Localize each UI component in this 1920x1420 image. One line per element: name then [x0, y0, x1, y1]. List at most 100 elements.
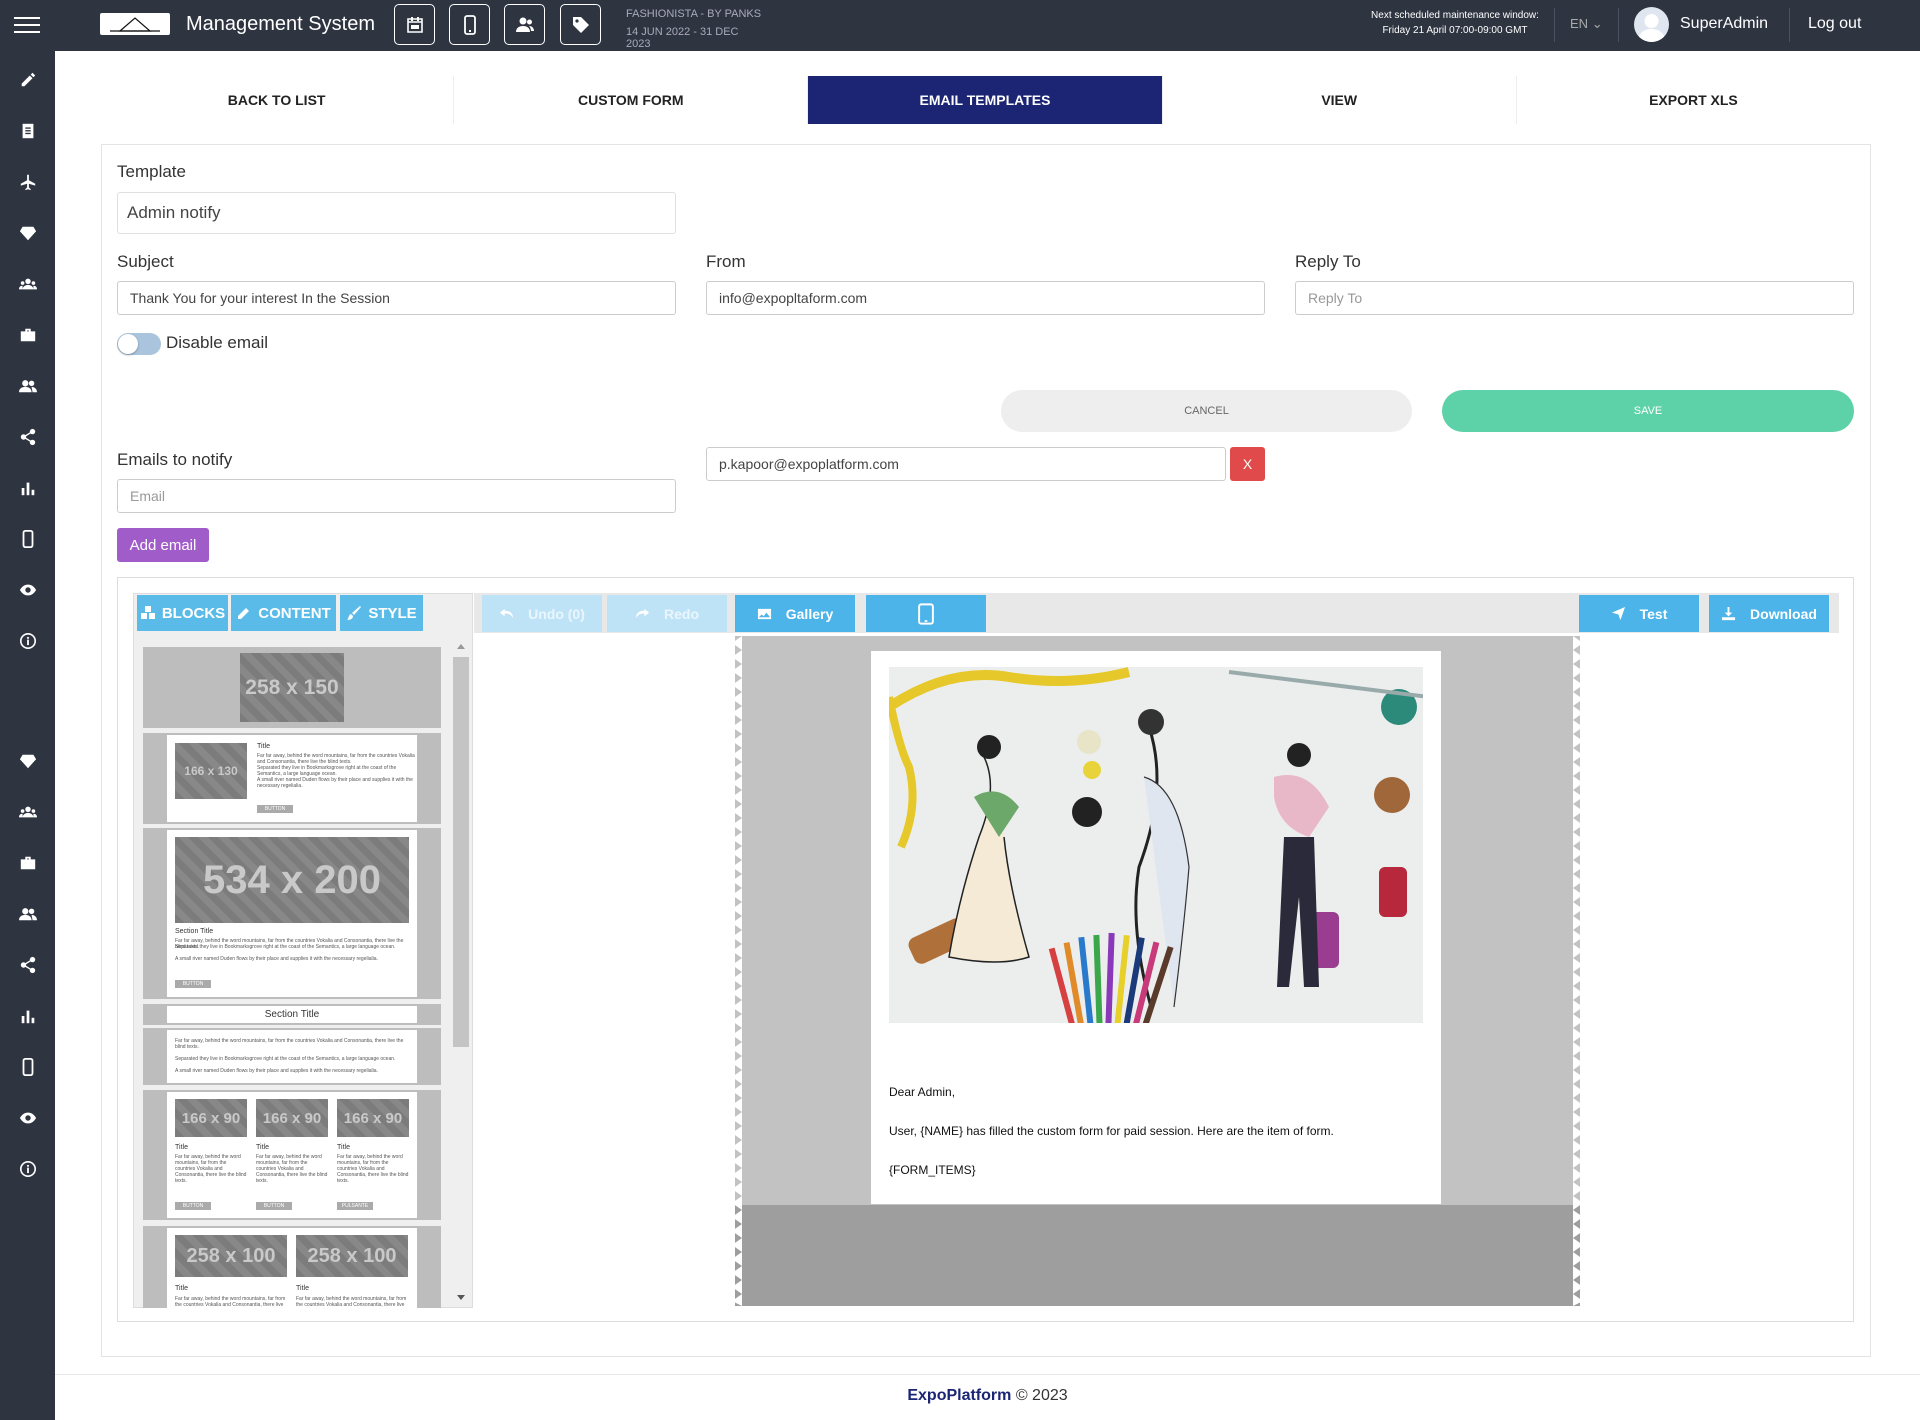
blocks-list: 258 x 150 166 x 130 Title Far far away, … — [143, 645, 441, 1308]
scrollbar-thumb[interactable] — [453, 657, 469, 1047]
document-icon[interactable] — [17, 120, 39, 142]
footer-brand[interactable]: ExpoPlatform — [907, 1387, 1011, 1404]
subject-input[interactable]: Thank You for your interest In the Sessi… — [117, 281, 676, 315]
block-title: Title — [257, 743, 270, 750]
block-item[interactable]: 258 x 100 258 x 100 Title Title Far far … — [143, 1226, 441, 1308]
placeholder-image: 166 x 90 — [337, 1099, 409, 1137]
mobile-preview-button[interactable] — [866, 595, 986, 632]
save-button[interactable]: SAVE — [1442, 390, 1854, 432]
divider — [1618, 8, 1619, 42]
content-tab[interactable]: CONTENT — [231, 595, 336, 631]
maintenance-time: Friday 21 April 07:00-09:00 GMT — [1382, 25, 1528, 36]
mobile-button[interactable] — [449, 4, 490, 45]
plane-icon[interactable] — [17, 171, 39, 193]
event-dates: 14 JUN 2022 - 31 DEC 2023 — [626, 26, 739, 50]
toggle-knob — [118, 334, 138, 354]
footer-divider — [55, 1374, 1920, 1375]
users-icon[interactable] — [17, 375, 39, 397]
email-greeting[interactable]: Dear Admin, — [889, 1085, 955, 1099]
mobile-icon[interactable] — [17, 1056, 39, 1078]
blocks-tab[interactable]: BLOCKS — [137, 595, 228, 631]
test-label: Test — [1639, 605, 1668, 622]
disable-email-label: Disable email — [166, 333, 269, 352]
diamond-icon[interactable] — [17, 750, 39, 772]
notify-email-field[interactable]: p.kapoor@expoplatform.com — [706, 447, 1226, 481]
email-input[interactable]: Email — [117, 479, 676, 513]
eye-icon[interactable] — [17, 1107, 39, 1129]
pencil-icon[interactable] — [17, 69, 39, 91]
tag-button[interactable] — [560, 4, 601, 45]
users-icon — [515, 17, 534, 32]
language-selector[interactable]: EN ⌄ — [1570, 16, 1603, 32]
tablet-icon — [918, 602, 934, 625]
language-label: EN — [1570, 16, 1589, 31]
block-item[interactable]: 258 x 150 — [143, 647, 441, 728]
undo-button[interactable]: Undo (0) — [482, 595, 602, 632]
block-item[interactable]: 166 x 90 166 x 90 166 x 90 Title Title T… — [143, 1090, 441, 1220]
mobile-icon[interactable] — [17, 528, 39, 550]
subject-label: Subject — [117, 252, 174, 271]
users-button[interactable] — [504, 4, 545, 45]
from-input[interactable]: info@expopltaform.com — [706, 281, 1265, 315]
share-icon[interactable] — [17, 954, 39, 976]
bar-chart-icon[interactable] — [17, 477, 39, 499]
disable-email-toggle[interactable] — [117, 333, 161, 355]
users-icon[interactable] — [17, 903, 39, 925]
add-email-button[interactable]: Add email — [117, 528, 209, 562]
brush-icon — [347, 606, 362, 620]
email-body-text[interactable]: User, {NAME} has filled the custom form … — [889, 1124, 1334, 1138]
mobile-icon — [463, 14, 476, 35]
section-title: Section Title — [264, 1009, 320, 1020]
block-item[interactable]: 166 x 130 Title Far far away, behind the… — [143, 733, 441, 824]
group-icon[interactable] — [17, 273, 39, 295]
bar-chart-icon[interactable] — [17, 1005, 39, 1027]
tab-email-templates[interactable]: EMAIL TEMPLATES — [808, 76, 1163, 124]
reply-to-input[interactable]: Reply To — [1295, 281, 1854, 315]
test-button[interactable]: Test — [1579, 595, 1699, 632]
avatar[interactable] — [1634, 7, 1669, 42]
email-form-items[interactable]: {FORM_ITEMS} — [889, 1163, 976, 1177]
pencil-icon — [238, 608, 250, 619]
block-text: Far far away, behind the word mountains,… — [175, 1296, 286, 1308]
tab-view[interactable]: VIEW — [1163, 76, 1517, 124]
cancel-button[interactable]: CANCEL — [1001, 390, 1412, 432]
tab-export-xls[interactable]: EXPORT XLS — [1517, 76, 1870, 124]
chevron-down-icon: ⌄ — [1591, 16, 1603, 31]
redo-button[interactable]: Redo — [607, 595, 727, 632]
menu-icon[interactable] — [14, 17, 40, 35]
block-text: Separated they live in Bookmarksgrove ri… — [257, 765, 397, 777]
group-icon[interactable] — [17, 801, 39, 823]
block-button: BUTTON — [175, 1202, 211, 1210]
download-button[interactable]: Download — [1709, 595, 1829, 632]
diamond-icon[interactable] — [17, 222, 39, 244]
block-item[interactable]: Far far away, behind the word mountains,… — [143, 1028, 441, 1085]
cubes-icon — [140, 606, 155, 619]
tab-custom-form[interactable]: CUSTOM FORM — [454, 76, 809, 124]
block-item[interactable]: 534 x 200 Section Title Far far away, be… — [143, 828, 441, 999]
username[interactable]: SuperAdmin — [1680, 15, 1768, 33]
zigzag-edge — [732, 636, 742, 1306]
eye-icon[interactable] — [17, 579, 39, 601]
gallery-button[interactable]: Gallery — [735, 595, 855, 632]
remove-email-button[interactable]: X — [1230, 447, 1265, 481]
logout-link[interactable]: Log out — [1808, 15, 1861, 33]
info-icon[interactable] — [17, 1158, 39, 1180]
placeholder-image: 534 x 200 — [175, 837, 409, 923]
share-icon[interactable] — [17, 426, 39, 448]
block-text: Far far away, behind the word mountains,… — [175, 1154, 247, 1184]
info-icon[interactable] — [17, 630, 39, 652]
block-text: Separated they live in Bookmarksgrove ri… — [175, 944, 396, 950]
template-select[interactable]: Admin notify — [117, 192, 676, 234]
content-tab-label: CONTENT — [258, 604, 331, 622]
briefcase-icon[interactable] — [17, 324, 39, 346]
calendar-button[interactable] — [394, 4, 435, 45]
block-item[interactable]: Section Title — [143, 1004, 441, 1025]
briefcase-icon[interactable] — [17, 852, 39, 874]
tab-back-to-list[interactable]: BACK TO LIST — [100, 76, 455, 124]
hero-image[interactable] — [889, 667, 1423, 1023]
tag-icon — [572, 16, 589, 33]
from-label: From — [706, 252, 746, 271]
style-tab[interactable]: STYLE — [340, 595, 423, 631]
redo-label: Redo — [664, 605, 699, 622]
block-title: Title — [296, 1285, 309, 1292]
